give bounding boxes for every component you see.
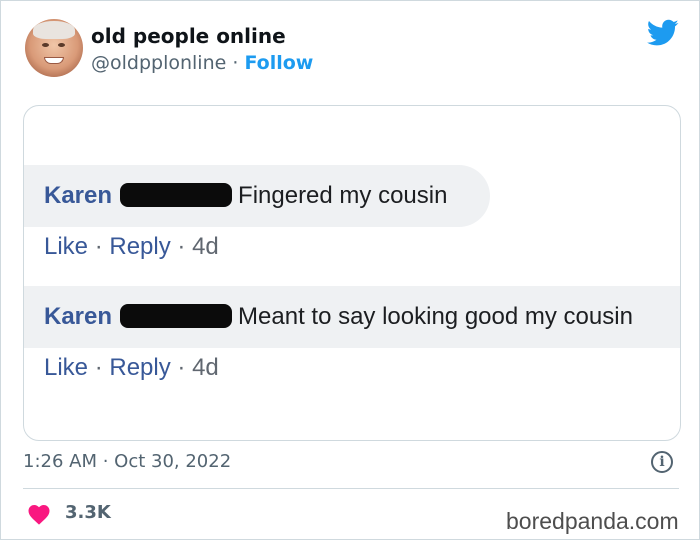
redaction-mark (120, 304, 233, 328)
comment-author: Karen (44, 182, 113, 209)
comment-bubble: Karen Meant to say looking good my cousin (24, 286, 680, 348)
comment-age: 4d (192, 233, 219, 260)
divider (23, 488, 679, 489)
redaction-mark (120, 183, 233, 207)
like-link: Like (44, 233, 89, 260)
user-handle[interactable]: @oldpplonline (91, 52, 226, 74)
info-icon[interactable]: i (651, 451, 673, 473)
like-count[interactable]: 3.3K (65, 501, 111, 525)
twitter-bird-icon[interactable] (647, 19, 679, 47)
like-link: Like (44, 354, 89, 381)
comment-age: 4d (192, 354, 219, 381)
separator-dot: · (177, 233, 186, 260)
separator-dot: · (94, 233, 103, 260)
comment-author: Karen (44, 303, 113, 330)
avatar-mouth (44, 57, 64, 64)
comment-actions: Like · Reply · 4d (44, 354, 219, 382)
avatar[interactable] (25, 19, 83, 77)
watermark: boredpanda.com (506, 508, 679, 534)
display-name[interactable]: old people online (91, 23, 286, 49)
avatar-eye-right (58, 43, 65, 47)
embedded-screenshot: Karen Fingered my cousin Like · Reply · 4… (23, 105, 681, 441)
heart-icon[interactable] (27, 503, 51, 525)
avatar-hair (33, 21, 75, 39)
tweet-card: old people online @oldpplonline · Follow… (0, 0, 700, 540)
follow-button[interactable]: Follow (244, 52, 313, 74)
separator-dot: · (94, 354, 103, 381)
reply-link: Reply (109, 233, 171, 260)
handle-row: @oldpplonline · Follow (91, 50, 313, 76)
separator-dot: · (232, 52, 239, 74)
comment-bubble: Karen Fingered my cousin (24, 165, 490, 227)
tweet-timestamp[interactable]: 1:26 AM · Oct 30, 2022 (23, 450, 231, 474)
reply-link: Reply (109, 354, 171, 381)
comment-text: Meant to say looking good my cousin (238, 303, 633, 330)
comment-text: Fingered my cousin (238, 182, 448, 209)
separator-dot: · (177, 354, 186, 381)
comment-actions: Like · Reply · 4d (44, 233, 219, 261)
avatar-eye-left (42, 43, 49, 47)
